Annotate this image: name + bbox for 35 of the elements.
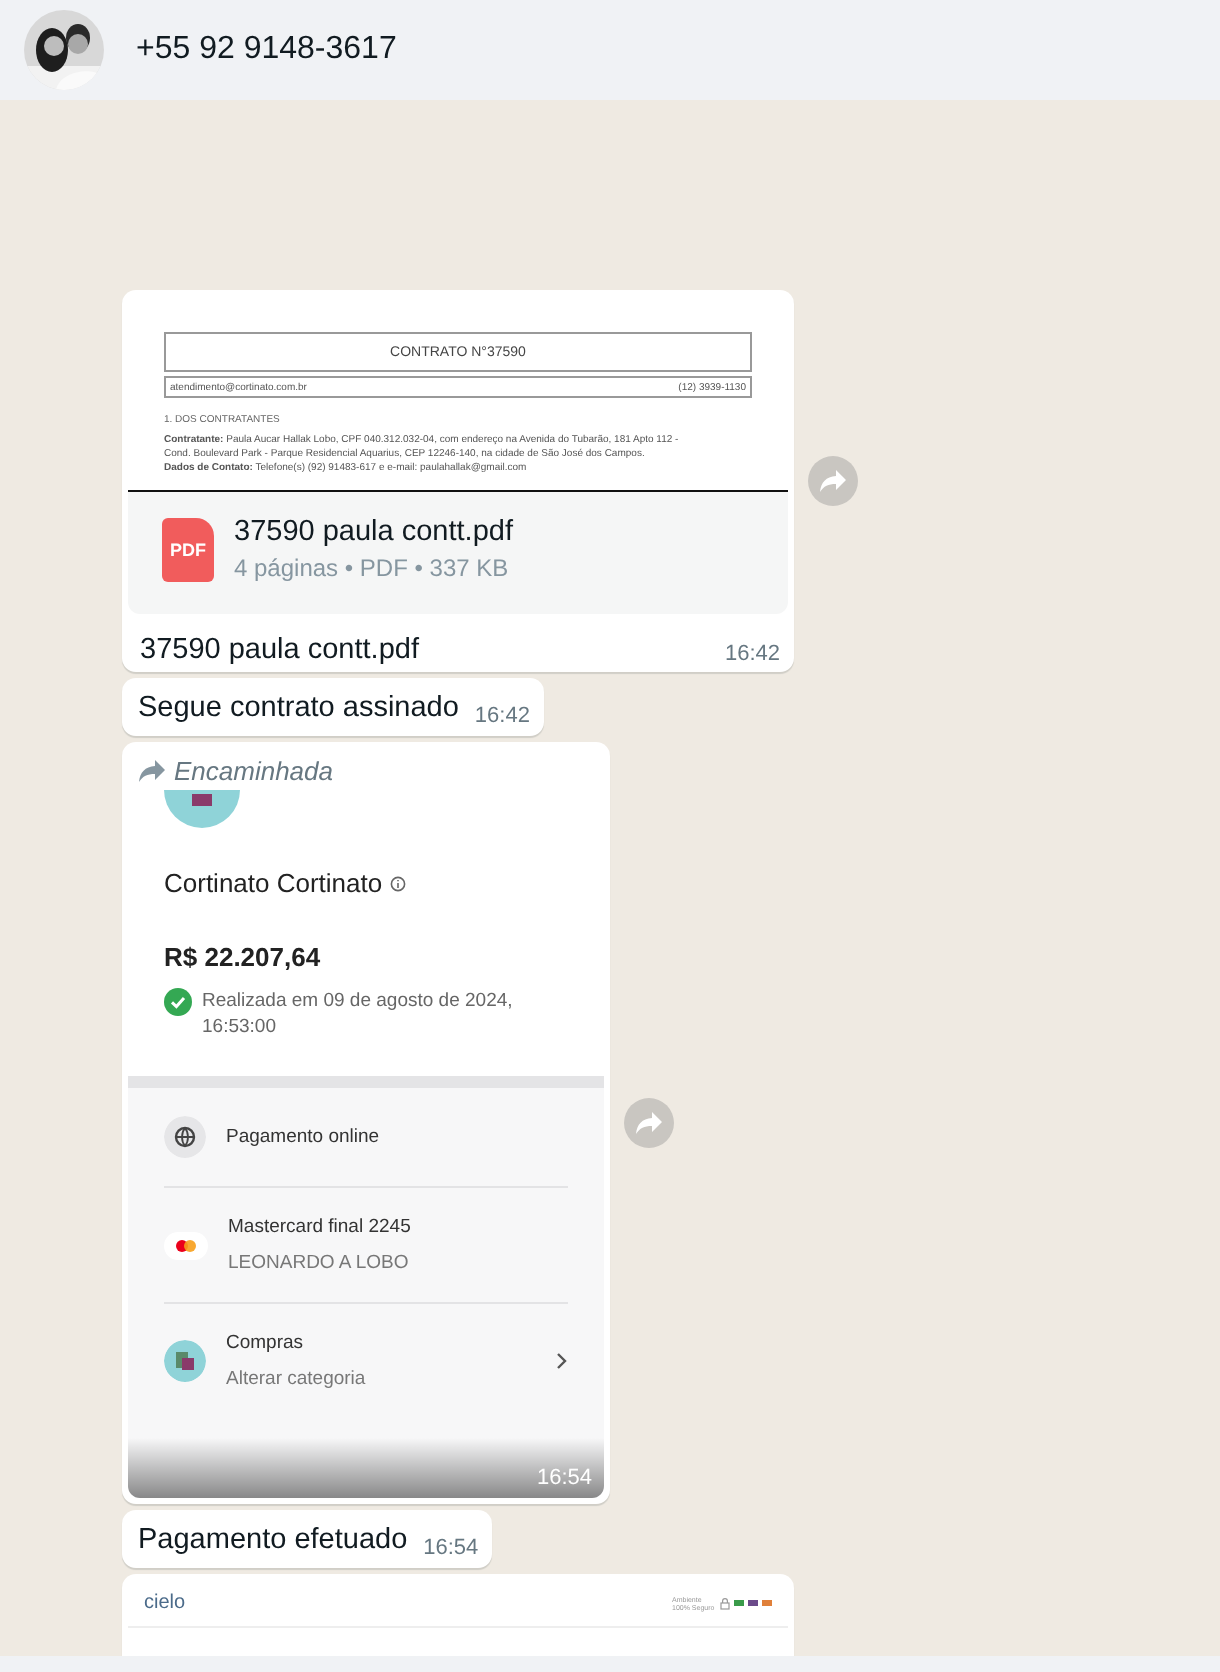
forward-button[interactable] (624, 1098, 674, 1148)
shopping-bags-icon (164, 1340, 206, 1382)
pdf-icon: PDF (162, 517, 214, 581)
contact-name[interactable]: +55 92 9148-3617 (136, 32, 397, 68)
message-time: 16:42 (474, 704, 530, 728)
brand-logo: cielo (144, 1592, 186, 1614)
file-meta: 4 páginas • PDF • 337 KB (234, 554, 511, 582)
merchant-name: Cortinato Cortinato (164, 868, 383, 898)
detail-subtitle: LEONARDO A LOBO (228, 1252, 411, 1274)
globe-icon (164, 1116, 206, 1158)
lock-icon (720, 1597, 730, 1609)
forwarded-label: Encaminhada (174, 756, 333, 786)
forward-icon (636, 1112, 662, 1134)
chevron-icon (556, 1352, 568, 1370)
forwarded-icon (138, 760, 166, 782)
message-time: 16:42 (724, 642, 780, 666)
message-time: 16:54 (423, 1536, 479, 1560)
detail-title: Compras (226, 1332, 306, 1354)
message-text: 37590 paula contt.pdf (140, 634, 419, 666)
payment-status: Realizada em 09 de agosto de 2024, 16:53:00 (202, 988, 515, 1040)
message-text: Pagamento efetuado (138, 1522, 408, 1560)
detail-title: Mastercard final 2245 (228, 1216, 413, 1238)
message-text: Segue contrato assinado (138, 690, 459, 728)
detail-subtitle: Alterar categoria (226, 1368, 368, 1390)
detail-title: Pagamento online (226, 1126, 382, 1148)
info-icon[interactable] (390, 875, 407, 891)
payment-amount: R$ 22.207,64 (164, 942, 323, 972)
check-icon (164, 988, 192, 1016)
file-card[interactable]: PDF 37590 paula contt.pdf 4 páginas • PDF • 337 KB (128, 492, 788, 614)
card-logo-icon (164, 1231, 208, 1259)
forward-button[interactable] (808, 456, 858, 506)
forward-icon (820, 470, 846, 492)
file-name: 37590 paula contt.pdf (234, 516, 513, 548)
message-time: 16:54 (536, 1466, 592, 1490)
merchant-logo-icon (164, 790, 240, 834)
